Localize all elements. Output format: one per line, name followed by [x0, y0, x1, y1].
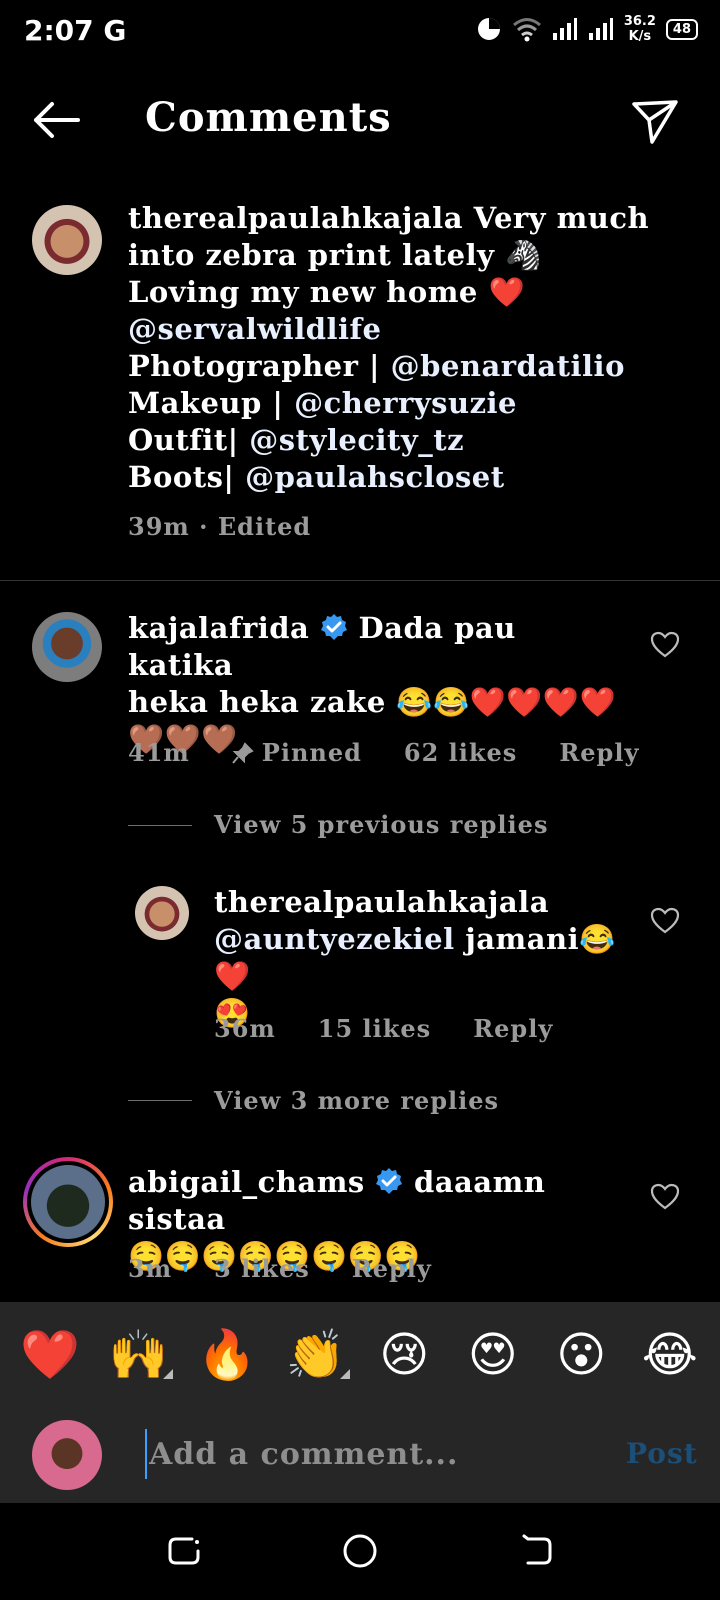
back-arrow-icon[interactable]: [30, 98, 82, 142]
comment-time: 3m: [128, 1254, 173, 1283]
comment-avatar[interactable]: [32, 612, 102, 682]
emoji-heart-button[interactable]: ❤️: [14, 1326, 86, 1383]
likes-count[interactable]: 62 likes: [404, 738, 517, 767]
pinned-label: Pinned: [261, 738, 362, 767]
recent-apps-icon[interactable]: [164, 1531, 204, 1571]
reply-likes-count[interactable]: 15 likes: [318, 1014, 431, 1043]
signal-icon-1: [552, 18, 577, 40]
pin-icon: [232, 741, 254, 764]
caption-makeup: Makeup | @cherrysuzie: [128, 385, 698, 422]
reply-meta: 36m 15 likes Reply: [214, 1014, 553, 1043]
caption-meta: 39m · Edited: [128, 512, 311, 541]
skin-tone-indicator: [339, 1369, 350, 1379]
caption-avatar[interactable]: [32, 205, 102, 275]
emoji-wow-button[interactable]: 😮: [545, 1327, 617, 1383]
caption-text: therealpaulahkajala Very much into zebra…: [128, 200, 698, 496]
skin-tone-indicator: [162, 1369, 173, 1379]
caption-username[interactable]: therealpaulahkajala: [128, 201, 463, 235]
comment-username[interactable]: kajalafrida: [128, 611, 309, 645]
data-saver-icon: [477, 18, 500, 40]
battery-icon: 48: [665, 18, 698, 40]
mention-cherrysuzie[interactable]: @cherrysuzie: [294, 386, 517, 420]
caption-boots: Boots| @paulahscloset: [128, 459, 698, 496]
reply-text: therealpaulahkajala @auntyezekiel jamani…: [214, 884, 634, 1032]
comment-text-line-2: heka heka zake 😂😂❤️❤️❤️❤️: [128, 685, 617, 719]
signal-icon-2: [588, 18, 613, 40]
reply-line-2: @auntyezekiel jamani😂❤️: [214, 921, 634, 995]
mention-benardatilio[interactable]: @benardatilio: [391, 349, 625, 383]
emoji-raised-hands-button[interactable]: 🙌: [103, 1326, 175, 1383]
like-heart-icon[interactable]: [650, 906, 680, 936]
reply-button[interactable]: Reply: [352, 1254, 432, 1283]
comment-line-1: kajalafrida Dada pau katika: [128, 610, 628, 684]
status-time: 2:07 G: [24, 14, 126, 47]
speed-value: 36.2: [623, 14, 656, 29]
send-icon[interactable]: [630, 96, 680, 146]
status-icons: 36.2 K/s 48: [476, 14, 698, 44]
likes-count[interactable]: 3 likes: [214, 1254, 310, 1283]
emoji-fire-button[interactable]: 🔥: [191, 1326, 263, 1383]
emoji-raised-hands: 🙌: [108, 1327, 169, 1383]
caption-photographer: Photographer | @benardatilio: [128, 348, 698, 385]
network-type: G: [103, 14, 127, 47]
reply-username[interactable]: therealpaulahkajala: [214, 884, 634, 921]
clock: 2:07: [24, 14, 94, 47]
comment-avatar[interactable]: [31, 1165, 105, 1239]
caption-line-1: therealpaulahkajala Very much into zebra…: [128, 200, 698, 274]
wifi-icon: [512, 18, 541, 42]
caption-time: 39m: [128, 512, 190, 541]
caption-separator: ·: [199, 512, 209, 541]
verified-badge-icon: [320, 614, 347, 640]
makeup-label: Makeup |: [128, 386, 284, 420]
home-icon[interactable]: [340, 1531, 380, 1571]
network-speed: 36.2 K/s: [624, 14, 656, 44]
caption-line-2: Loving my new home ❤️: [128, 275, 526, 309]
header: Comments: [0, 76, 720, 166]
comment-line-1: abigail_chams daaamn sistaa: [128, 1164, 628, 1238]
comment-time: 41m: [128, 738, 190, 767]
mention-stylecity[interactable]: @stylecity_tz: [249, 423, 464, 457]
page-title: Comments: [145, 94, 392, 141]
speed-unit: K/s: [628, 29, 652, 44]
comment-input-bar: Post: [0, 1407, 720, 1503]
reply-avatar[interactable]: [135, 886, 189, 940]
back-nav-icon[interactable]: [516, 1531, 556, 1571]
emoji-laugh-button[interactable]: 😂: [634, 1327, 706, 1383]
status-bar: 2:07 G 36.2 K/s 48: [0, 0, 720, 64]
comment-meta: 41m Pinned 62 likes Reply: [128, 738, 639, 767]
emoji-cry-button[interactable]: 😢: [368, 1327, 440, 1383]
mention-servalwildlife[interactable]: @servalwildlife: [128, 311, 698, 348]
boots-label: Boots|: [128, 460, 235, 494]
reply-button[interactable]: Reply: [559, 738, 639, 767]
photographer-label: Photographer |: [128, 349, 381, 383]
caption-edited: Edited: [217, 512, 312, 541]
quick-emoji-bar: ❤️ 🙌 🔥 👏 😢 😍 😮 😂: [0, 1302, 720, 1407]
outfit-label: Outfit|: [128, 423, 239, 457]
view-replies-line: [128, 1100, 192, 1101]
view-replies-line: [128, 825, 192, 826]
mention-auntyezekiel[interactable]: @auntyezekiel: [214, 922, 455, 956]
reply-time: 36m: [214, 1014, 276, 1043]
comment-meta: 3m 3 likes Reply: [128, 1254, 432, 1283]
view-previous-replies-button[interactable]: View 5 previous replies: [214, 810, 548, 839]
like-heart-icon[interactable]: [650, 630, 680, 660]
emoji-heart-eyes-button[interactable]: 😍: [457, 1327, 529, 1383]
divider: [0, 580, 720, 581]
mention-paulahscloset[interactable]: @paulahscloset: [245, 460, 505, 494]
post-button[interactable]: Post: [626, 1437, 698, 1470]
comment-input[interactable]: [145, 1429, 595, 1479]
caption-outfit: Outfit| @stylecity_tz: [128, 422, 698, 459]
emoji-clap: 👏: [285, 1327, 346, 1383]
system-nav-bar: [0, 1503, 720, 1600]
like-heart-icon[interactable]: [650, 1182, 680, 1212]
user-avatar: [32, 1420, 102, 1490]
battery-level: 48: [672, 21, 691, 37]
view-more-replies-button[interactable]: View 3 more replies: [214, 1086, 499, 1115]
comment-text: kajalafrida Dada pau katika heka heka za…: [128, 610, 628, 758]
emoji-clap-button[interactable]: 👏: [280, 1326, 352, 1383]
verified-badge-icon: [376, 1168, 403, 1194]
comment-username[interactable]: abigail_chams: [128, 1165, 365, 1199]
reply-button[interactable]: Reply: [473, 1014, 553, 1043]
